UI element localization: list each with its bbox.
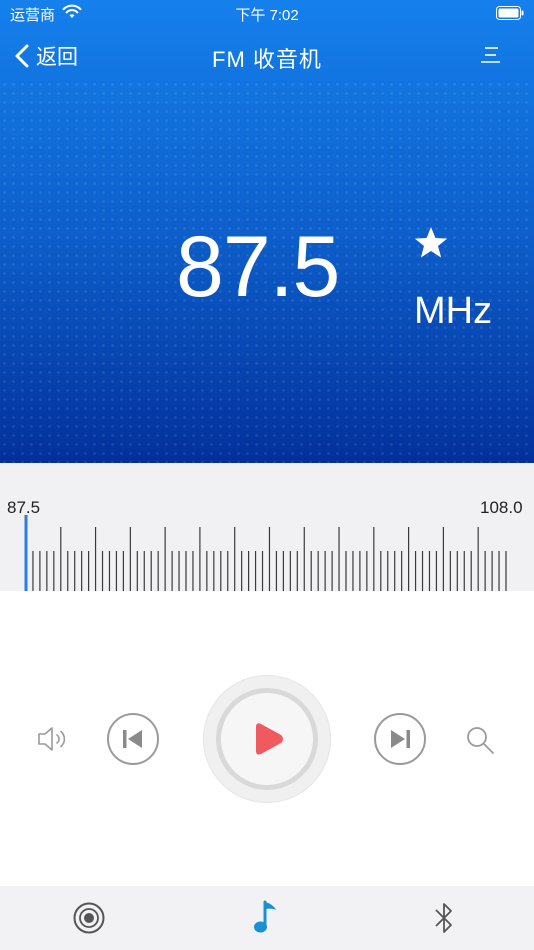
skip-next-icon — [391, 730, 410, 748]
navigation-bar: 返回 FM 收音机 — [0, 36, 534, 76]
tab-music[interactable] — [247, 898, 287, 938]
status-bar: 运营商 下午 7:02 — [0, 0, 534, 28]
playback-controls — [0, 591, 534, 886]
bottom-tab-bar — [0, 886, 534, 950]
menu-icon[interactable] — [478, 44, 502, 66]
radio-header: 运营商 下午 7:02 返回 FM 收音机 87.5 MHz — [0, 0, 534, 463]
next-station-button[interactable] — [374, 713, 426, 765]
star-icon[interactable] — [413, 226, 449, 260]
skip-previous-icon — [123, 730, 142, 748]
tuner-ticks[interactable] — [0, 463, 534, 591]
battery-icon — [496, 6, 524, 20]
page-title: FM 收音机 — [212, 47, 322, 72]
tab-bluetooth[interactable] — [424, 898, 464, 938]
frequency-display: 87.5 — [176, 219, 340, 315]
previous-station-button[interactable] — [107, 713, 159, 765]
play-button[interactable] — [216, 688, 318, 790]
music-note-icon — [254, 900, 276, 933]
frequency-unit: MHz — [414, 290, 493, 332]
tuner-scale[interactable]: 87.5 108.0 — [0, 463, 534, 591]
play-icon — [256, 723, 283, 755]
play-button-ring — [203, 675, 331, 803]
speaker-icon[interactable] — [36, 724, 72, 754]
bluetooth-icon — [435, 903, 452, 933]
search-icon[interactable] — [464, 724, 496, 756]
radio-icon — [73, 902, 105, 934]
tab-radio[interactable] — [69, 898, 109, 938]
status-time: 下午 7:02 — [235, 7, 299, 24]
